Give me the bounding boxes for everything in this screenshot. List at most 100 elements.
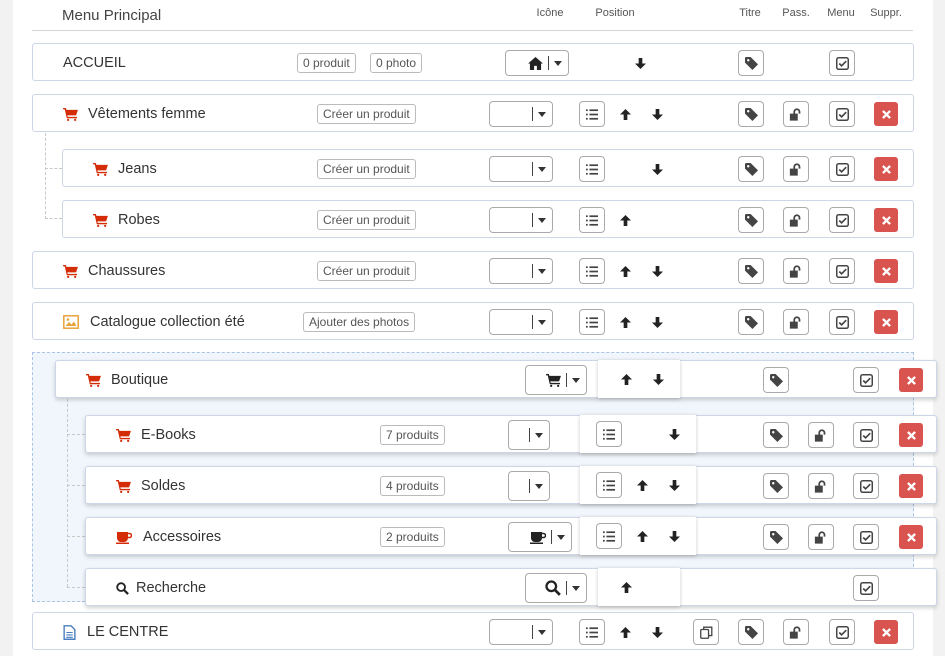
menu-check-button[interactable] bbox=[829, 258, 855, 284]
icon-select[interactable] bbox=[489, 101, 553, 127]
title-tag-button[interactable] bbox=[763, 473, 789, 499]
menu-check-button[interactable] bbox=[853, 575, 879, 601]
delete-button[interactable] bbox=[899, 368, 923, 392]
list-button[interactable] bbox=[596, 472, 622, 498]
password-lock-button[interactable] bbox=[783, 258, 809, 284]
icon-select[interactable] bbox=[525, 573, 587, 603]
move-up-arrow[interactable] bbox=[617, 95, 633, 133]
list-button[interactable] bbox=[579, 207, 605, 233]
delete-button[interactable] bbox=[899, 525, 923, 549]
menu-row-robes[interactable]: Robes Créer un produit bbox=[62, 200, 914, 238]
move-up-arrow[interactable] bbox=[617, 613, 633, 651]
password-lock-button[interactable] bbox=[783, 101, 809, 127]
move-down-arrow[interactable] bbox=[666, 517, 682, 555]
move-up-arrow[interactable] bbox=[617, 252, 633, 290]
password-lock-button[interactable] bbox=[808, 473, 834, 499]
list-button[interactable] bbox=[596, 421, 622, 447]
icon-select[interactable] bbox=[489, 258, 553, 284]
move-up-arrow[interactable] bbox=[618, 568, 634, 606]
icon-select[interactable] bbox=[505, 50, 569, 76]
menu-check-button[interactable] bbox=[829, 156, 855, 182]
list-button[interactable] bbox=[579, 619, 605, 645]
delete-button[interactable] bbox=[874, 208, 898, 232]
list-button[interactable] bbox=[579, 258, 605, 284]
icon-select[interactable] bbox=[489, 309, 553, 335]
menu-row-ebooks[interactable]: E-Books 7 produits bbox=[85, 415, 937, 453]
password-lock-button[interactable] bbox=[783, 156, 809, 182]
title-tag-button[interactable] bbox=[738, 207, 764, 233]
product-count-badge[interactable]: 7 produits bbox=[380, 425, 445, 445]
delete-button[interactable] bbox=[899, 423, 923, 447]
move-down-arrow[interactable] bbox=[632, 44, 648, 82]
move-down-arrow[interactable] bbox=[649, 252, 665, 290]
create-product-button[interactable]: Créer un produit bbox=[317, 261, 416, 281]
title-tag-button[interactable] bbox=[738, 619, 764, 645]
icon-select[interactable] bbox=[525, 365, 587, 395]
move-down-arrow[interactable] bbox=[666, 466, 682, 504]
icon-select[interactable] bbox=[489, 207, 553, 233]
title-tag-button[interactable] bbox=[738, 101, 764, 127]
password-lock-button[interactable] bbox=[783, 619, 809, 645]
move-down-arrow[interactable] bbox=[649, 613, 665, 651]
delete-button[interactable] bbox=[874, 157, 898, 181]
menu-row-accessoires[interactable]: Accessoires 2 produits bbox=[85, 517, 937, 555]
icon-select[interactable] bbox=[489, 619, 553, 645]
move-down-arrow[interactable] bbox=[649, 303, 665, 341]
duplicate-button[interactable] bbox=[693, 619, 719, 645]
move-down-arrow[interactable] bbox=[649, 150, 665, 188]
list-button[interactable] bbox=[596, 523, 622, 549]
title-tag-button[interactable] bbox=[738, 156, 764, 182]
password-lock-button[interactable] bbox=[808, 422, 834, 448]
move-up-arrow[interactable] bbox=[634, 466, 650, 504]
menu-row-recherche[interactable]: Recherche bbox=[85, 568, 937, 606]
menu-row-jeans[interactable]: Jeans Créer un produit bbox=[62, 149, 914, 187]
delete-button[interactable] bbox=[874, 102, 898, 126]
list-button[interactable] bbox=[579, 101, 605, 127]
password-lock-button[interactable] bbox=[783, 309, 809, 335]
title-tag-button[interactable] bbox=[738, 309, 764, 335]
menu-row-catalogue[interactable]: Catalogue collection été Ajouter des pho… bbox=[32, 302, 914, 340]
photo-count-badge[interactable]: 0 photo bbox=[370, 53, 423, 73]
move-down-arrow[interactable] bbox=[649, 95, 665, 133]
menu-check-button[interactable] bbox=[853, 422, 879, 448]
icon-select[interactable] bbox=[508, 522, 572, 552]
move-up-arrow[interactable] bbox=[617, 201, 633, 239]
product-count-badge[interactable]: 2 produits bbox=[380, 527, 445, 547]
menu-row-boutique[interactable]: Boutique bbox=[55, 360, 937, 398]
menu-row-chaussures[interactable]: Chaussures Créer un produit bbox=[32, 251, 914, 289]
menu-check-button[interactable] bbox=[829, 207, 855, 233]
menu-row-vetements[interactable]: Vêtements femme Créer un produit bbox=[32, 94, 914, 132]
move-down-arrow[interactable] bbox=[666, 415, 682, 453]
menu-check-button[interactable] bbox=[853, 367, 879, 393]
delete-button[interactable] bbox=[899, 474, 923, 498]
menu-row-accueil[interactable]: ACCUEIL 0 produit 0 photo bbox=[32, 43, 914, 81]
title-tag-button[interactable] bbox=[738, 258, 764, 284]
product-count-badge[interactable]: 4 produits bbox=[380, 476, 445, 496]
list-button[interactable] bbox=[579, 156, 605, 182]
icon-select[interactable] bbox=[508, 471, 550, 501]
menu-check-button[interactable] bbox=[829, 619, 855, 645]
icon-select[interactable] bbox=[508, 420, 550, 450]
password-lock-button[interactable] bbox=[783, 207, 809, 233]
icon-select[interactable] bbox=[489, 156, 553, 182]
title-tag-button[interactable] bbox=[763, 422, 789, 448]
title-tag-button[interactable] bbox=[763, 524, 789, 550]
delete-button[interactable] bbox=[874, 259, 898, 283]
delete-button[interactable] bbox=[874, 310, 898, 334]
menu-check-button[interactable] bbox=[829, 50, 855, 76]
password-lock-button[interactable] bbox=[808, 524, 834, 550]
create-product-button[interactable]: Créer un produit bbox=[317, 210, 416, 230]
move-up-arrow[interactable] bbox=[634, 517, 650, 555]
title-tag-button[interactable] bbox=[763, 367, 789, 393]
move-up-arrow[interactable] bbox=[618, 360, 634, 398]
move-down-arrow[interactable] bbox=[650, 360, 666, 398]
menu-check-button[interactable] bbox=[853, 473, 879, 499]
move-up-arrow[interactable] bbox=[617, 303, 633, 341]
title-tag-button[interactable] bbox=[738, 50, 764, 76]
menu-check-button[interactable] bbox=[829, 101, 855, 127]
delete-button[interactable] bbox=[874, 620, 898, 644]
create-product-button[interactable]: Créer un produit bbox=[317, 104, 416, 124]
menu-check-button[interactable] bbox=[829, 309, 855, 335]
create-product-button[interactable]: Créer un produit bbox=[317, 159, 416, 179]
add-photos-button[interactable]: Ajouter des photos bbox=[303, 312, 416, 332]
